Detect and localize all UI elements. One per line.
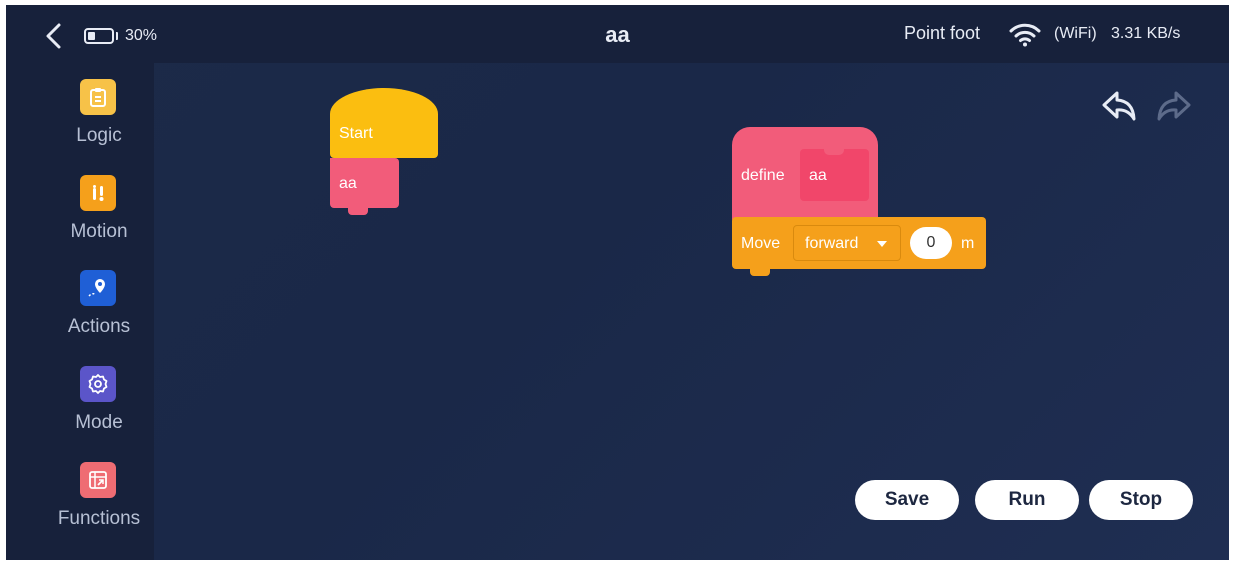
wifi-label: (WiFi) xyxy=(1054,25,1097,42)
function-name: aa xyxy=(809,167,827,184)
battery-percent: 30% xyxy=(125,27,158,44)
function-call-label: aa xyxy=(339,175,357,192)
function-name-slot[interactable]: aa xyxy=(800,148,869,201)
start-block-label: Start xyxy=(339,125,373,142)
move-label: Move xyxy=(741,235,781,252)
motion-icon xyxy=(80,175,116,211)
undo-icon[interactable] xyxy=(1100,89,1138,123)
location-pin-icon xyxy=(80,270,116,306)
caret-down-icon xyxy=(877,241,887,247)
battery-fill xyxy=(88,32,95,40)
category-actions[interactable]: Actions xyxy=(6,254,154,337)
distance-input[interactable]: 0 xyxy=(910,227,952,259)
function-icon xyxy=(80,462,116,498)
redo-icon[interactable] xyxy=(1155,89,1193,123)
battery-icon xyxy=(84,28,114,44)
category-logic[interactable]: Logic xyxy=(6,63,154,146)
app-window: 30% aa Point foot (WiFi) 3.31 KB/s Logic… xyxy=(6,5,1229,560)
define-label: define xyxy=(741,167,785,184)
stop-button[interactable]: Stop xyxy=(1089,480,1193,520)
clipboard-icon xyxy=(80,79,116,115)
block-category-sidebar: Logic Motion Actions Mode Functions xyxy=(6,63,154,560)
move-block[interactable]: Move forward 0 m xyxy=(732,217,986,276)
block-workspace[interactable]: Start aa define aa Move forward 0 m Save… xyxy=(154,63,1229,560)
save-button[interactable]: Save xyxy=(855,480,959,520)
direction-dropdown[interactable]: forward xyxy=(793,225,901,261)
page-title: aa xyxy=(605,22,630,47)
gear-icon xyxy=(80,366,116,402)
top-bar: 30% aa Point foot (WiFi) 3.31 KB/s xyxy=(6,5,1229,63)
start-block[interactable]: Start xyxy=(330,88,438,165)
battery-status: 30% xyxy=(84,27,157,45)
category-motion[interactable]: Motion xyxy=(6,159,154,242)
define-function-block[interactable]: define aa xyxy=(732,127,878,230)
robot-name: Point foot xyxy=(904,23,981,43)
function-call-block[interactable]: aa xyxy=(330,158,399,215)
back-arrow-icon[interactable] xyxy=(42,21,66,51)
direction-value: forward xyxy=(805,235,859,252)
category-functions[interactable]: Functions xyxy=(6,446,154,529)
distance-unit: m xyxy=(961,235,975,252)
category-mode[interactable]: Mode xyxy=(6,350,154,433)
network-speed: 3.31 KB/s xyxy=(1111,25,1181,42)
run-button[interactable]: Run xyxy=(975,480,1079,520)
wifi-icon xyxy=(1009,23,1041,47)
